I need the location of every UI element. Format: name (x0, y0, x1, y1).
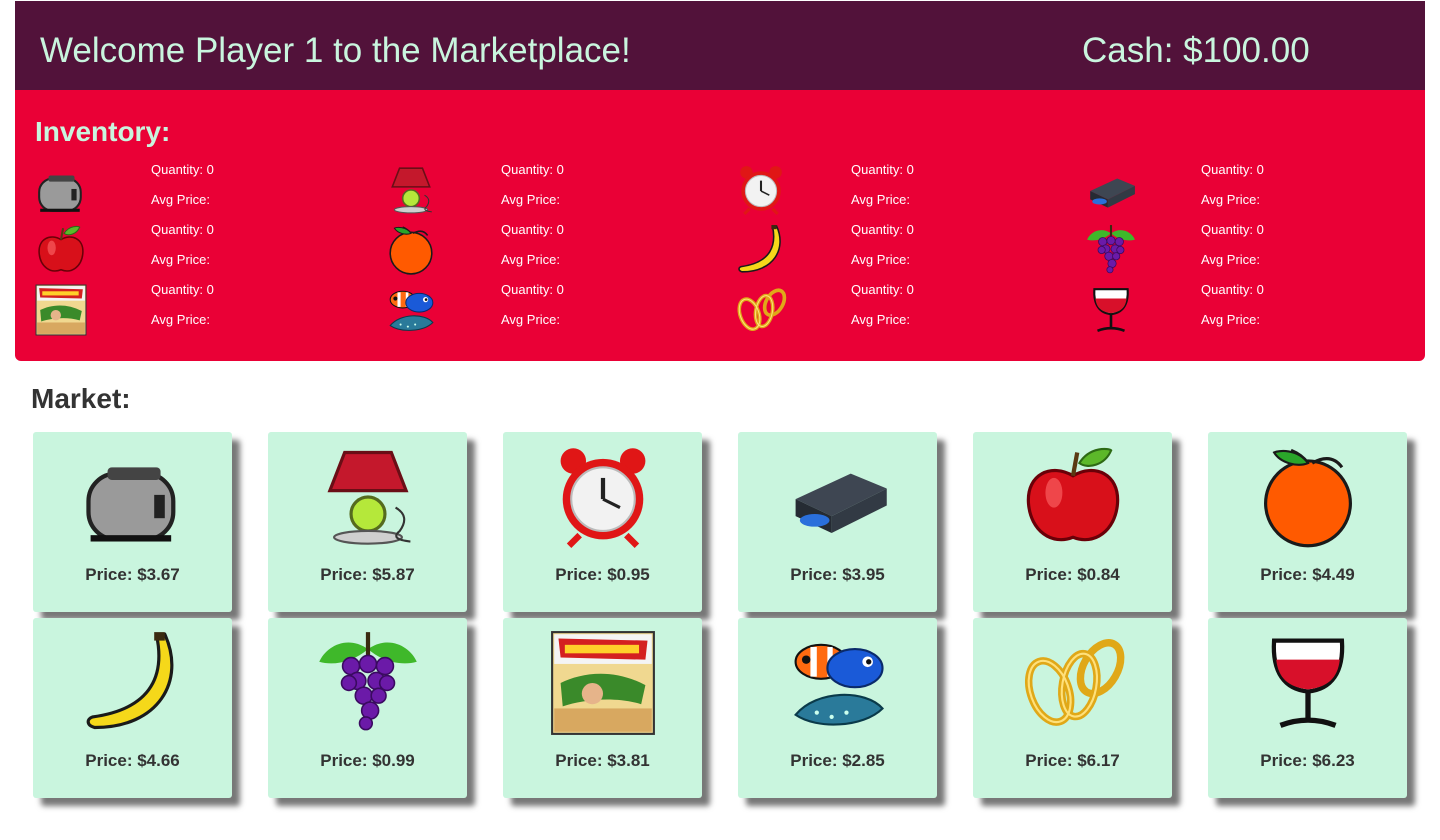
market-item-price: Price: $0.84 (1025, 565, 1120, 584)
comic-book-icon (35, 284, 87, 336)
market-item-price: Price: $5.87 (320, 565, 415, 584)
inventory-avg-price: Avg Price: (501, 252, 561, 267)
market-item-card[interactable]: Price: $4.66 (33, 618, 232, 798)
inventory-item: Quantity: 0 Avg Price: (385, 282, 725, 342)
market-item-card[interactable]: Price: $0.84 (973, 432, 1172, 612)
market-item-price: Price: $3.67 (85, 565, 180, 584)
alarm-clock-icon (550, 444, 656, 550)
market-item-price: Price: $0.99 (320, 751, 415, 770)
market-item-price: Price: $6.23 (1260, 751, 1355, 770)
gold-rings-icon (1020, 630, 1126, 736)
inventory-panel: Inventory: Quantity: 0 Avg Price: Quantity… (15, 90, 1425, 361)
inventory-quantity: Quantity: 0 (851, 162, 914, 177)
comic-book-icon (550, 630, 656, 736)
lamp-icon (315, 444, 421, 550)
inventory-quantity: Quantity: 0 (501, 282, 564, 297)
inventory-item: Quantity: 0 Avg Price: (35, 162, 375, 222)
inventory-quantity: Quantity: 0 (851, 222, 914, 237)
market-item-card[interactable]: Price: $5.87 (268, 432, 467, 612)
gold-rings-icon (735, 284, 787, 336)
header-bar: Welcome Player 1 to the Marketplace! Cas… (15, 1, 1425, 90)
inventory-avg-price: Avg Price: (151, 312, 211, 327)
grapes-icon (1085, 224, 1137, 276)
cash-display: Cash: $100.00 (1082, 31, 1310, 70)
market-item-price: Price: $0.95 (555, 565, 650, 584)
market-item-card[interactable]: Price: $4.49 (1208, 432, 1407, 612)
market-item-card[interactable]: Price: $0.95 (503, 432, 702, 612)
inventory-avg-price: Avg Price: (1201, 252, 1261, 267)
bluray-player-icon (785, 444, 891, 550)
inventory-item: Quantity: 0 Avg Price: (1085, 162, 1425, 222)
welcome-title: Welcome Player 1 to the Marketplace! (40, 31, 631, 70)
inventory-avg-price: Avg Price: (851, 192, 911, 207)
inventory-quantity: Quantity: 0 (151, 222, 214, 237)
inventory-item: Quantity: 0 Avg Price: (385, 162, 725, 222)
lamp-icon (385, 164, 437, 216)
inventory-item: Quantity: 0 Avg Price: (1085, 222, 1425, 282)
market-item-price: Price: $4.66 (85, 751, 180, 770)
market-item-card[interactable]: Price: $2.85 (738, 618, 937, 798)
fish-icon (785, 630, 891, 736)
inventory-quantity: Quantity: 0 (1201, 222, 1264, 237)
orange-icon (385, 224, 437, 276)
banana-icon (80, 630, 186, 736)
fish-icon (385, 284, 437, 336)
inventory-avg-price: Avg Price: (501, 312, 561, 327)
inventory-quantity: Quantity: 0 (501, 222, 564, 237)
market-item-price: Price: $3.81 (555, 751, 650, 770)
market-item-card[interactable]: Price: $0.99 (268, 618, 467, 798)
inventory-quantity: Quantity: 0 (151, 162, 214, 177)
inventory-quantity: Quantity: 0 (851, 282, 914, 297)
inventory-item: Quantity: 0 Avg Price: (735, 282, 1075, 342)
inventory-item: Quantity: 0 Avg Price: (385, 222, 725, 282)
inventory-avg-price: Avg Price: (1201, 312, 1261, 327)
inventory-item: Quantity: 0 Avg Price: (35, 222, 375, 282)
orange-icon (1255, 444, 1361, 550)
inventory-quantity: Quantity: 0 (1201, 162, 1264, 177)
market-item-card[interactable]: Price: $3.95 (738, 432, 937, 612)
inventory-item: Quantity: 0 Avg Price: (735, 162, 1075, 222)
apple-icon (35, 224, 87, 276)
market-item-card[interactable]: Price: $3.81 (503, 618, 702, 798)
market-item-price: Price: $6.17 (1025, 751, 1120, 770)
inventory-item: Quantity: 0 Avg Price: (1085, 282, 1425, 342)
wine-glass-icon (1255, 630, 1361, 736)
bluray-player-icon (1085, 164, 1137, 216)
apple-icon (1020, 444, 1126, 550)
toaster-icon (35, 164, 87, 216)
market-item-price: Price: $4.49 (1260, 565, 1355, 584)
wine-glass-icon (1085, 284, 1137, 336)
market-title: Market: (31, 383, 131, 414)
grapes-icon (315, 630, 421, 736)
inventory-item: Quantity: 0 Avg Price: (35, 282, 375, 342)
market-item-card[interactable]: Price: $6.17 (973, 618, 1172, 798)
inventory-avg-price: Avg Price: (851, 312, 911, 327)
inventory-quantity: Quantity: 0 (151, 282, 214, 297)
toaster-icon (80, 444, 186, 550)
inventory-avg-price: Avg Price: (151, 192, 211, 207)
inventory-avg-price: Avg Price: (151, 252, 211, 267)
inventory-title: Inventory: (35, 116, 171, 147)
inventory-avg-price: Avg Price: (851, 252, 911, 267)
inventory-quantity: Quantity: 0 (501, 162, 564, 177)
inventory-avg-price: Avg Price: (501, 192, 561, 207)
market-item-card[interactable]: Price: $3.67 (33, 432, 232, 612)
inventory-quantity: Quantity: 0 (1201, 282, 1264, 297)
banana-icon (735, 224, 787, 276)
alarm-clock-icon (735, 164, 787, 216)
market-item-price: Price: $2.85 (790, 751, 885, 770)
inventory-avg-price: Avg Price: (1201, 192, 1261, 207)
market-item-price: Price: $3.95 (790, 565, 885, 584)
inventory-item: Quantity: 0 Avg Price: (735, 222, 1075, 282)
market-item-card[interactable]: Price: $6.23 (1208, 618, 1407, 798)
